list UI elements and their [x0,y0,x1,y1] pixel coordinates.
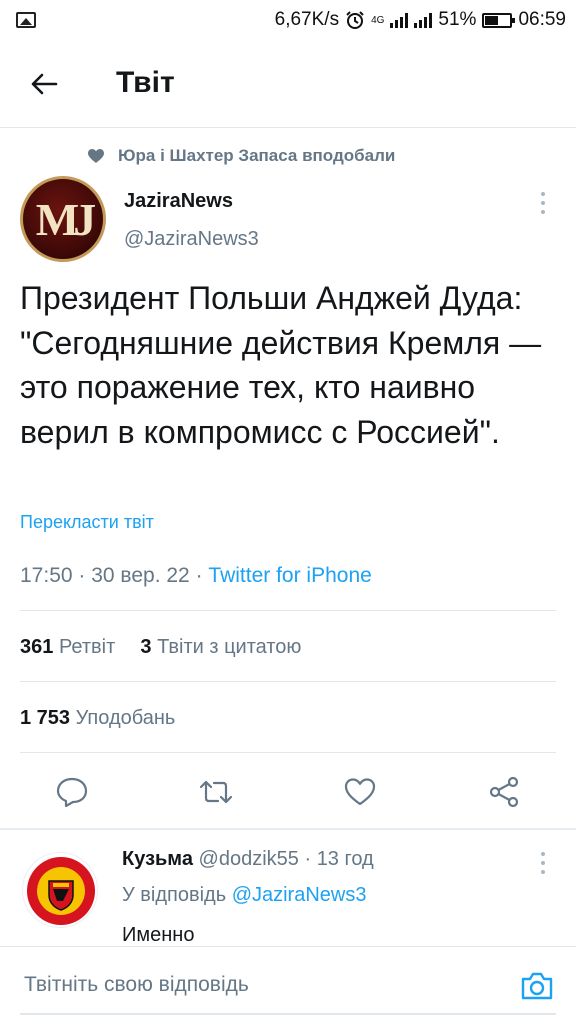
reply-input-placeholder: Твітніть свою відповідь [24,973,249,996]
retweets-count: 361 [20,636,54,658]
likes-count: 1 753 [20,707,71,729]
tweet-source-link[interactable]: Twitter for iPhone [208,564,371,587]
alarm-icon [346,11,364,29]
tweet-actions [0,768,576,816]
reply-to-mention[interactable]: @JaziraNews3 [232,884,367,906]
reply-text: Именно [122,924,195,946]
more-dot-icon [541,192,545,196]
app-header: Твіт [0,40,576,128]
divider [20,681,556,682]
divider [20,610,556,611]
reply-author-handle[interactable]: @dodzik55 [199,848,299,870]
quotes-label: Твіти з цитатою [157,636,302,658]
retweet-stats[interactable]: 361 Ретвіт 3 Твіти з цитатою [20,636,301,659]
more-dot-icon [541,210,545,214]
section-divider [0,828,576,830]
more-dot-icon [541,201,545,205]
reply-icon [56,777,88,807]
meta-separator: · [304,848,317,870]
more-dot-icon [541,861,545,865]
tweet-more-button[interactable] [533,190,553,216]
battery-percent: 51% [438,9,477,30]
heart-filled-icon [88,148,104,163]
retweet-button[interactable] [192,768,240,816]
reply-to-label: У відповідь [122,884,227,906]
reply-header: Кузьма @dodzik55 · 13 год [122,848,374,871]
more-dot-icon [541,852,545,856]
like-button[interactable] [336,768,384,816]
network-speed: 6,67K/s [274,9,340,30]
avatar-logo: MJ [35,193,96,245]
retweet-icon [199,780,233,804]
retweets-label: Ретвіт [58,636,116,658]
divider [20,752,556,753]
meta-separator: · [78,564,92,587]
translate-link[interactable]: Перекласти твіт [20,512,154,533]
compose-bar: Твітніть свою відповідь [0,946,576,1024]
signal-icon [390,12,409,28]
share-button[interactable] [480,768,528,816]
battery-icon [482,12,516,28]
author-avatar[interactable]: MJ [20,176,106,262]
arrow-left-icon [31,73,58,95]
likes-stats[interactable]: 1 753 Уподобань [20,707,175,730]
tweet-text: Президент Польши Анджей Дуда: "Сегодняшн… [20,280,542,450]
reply-time: 13 год [316,848,374,870]
reply-author-name[interactable]: Кузьма [122,848,193,870]
quotes-count: 3 [140,636,152,658]
tweet-date: 30 вер. 22 [91,564,190,587]
network-type: 4G [371,14,385,26]
author-handle[interactable]: @JaziraNews3 [124,228,259,251]
image-notification-icon [16,12,36,28]
social-context[interactable]: Юра і Шахтер Запаса вподобали [88,144,395,168]
reply-author-avatar[interactable] [22,852,98,928]
page-title: Твіт [116,66,175,99]
reply-more-button[interactable] [533,850,553,876]
back-button[interactable] [22,62,66,106]
reply-input[interactable]: Твітніть свою відповідь [20,957,556,1015]
meta-separator: · [195,564,209,587]
camera-button[interactable] [518,967,556,1005]
tweet-meta: 17:50 · 30 вер. 22 · Twitter for iPhone [20,564,372,588]
more-dot-icon [541,870,545,874]
signal-icon-2 [414,12,433,28]
status-bar: 6,67K/s 4G 51% 06:59 [0,0,576,40]
status-indicators: 6,67K/s 4G 51% 06:59 [275,7,566,33]
likes-label: Уподобань [75,707,176,729]
author-name[interactable]: JaziraNews [124,190,233,213]
social-context-text: Юра і Шахтер Запаса вподобали [118,146,396,165]
reply-context: У відповідь @JaziraNews3 [122,884,366,907]
camera-icon [521,972,553,1000]
tweet-time: 17:50 [20,564,73,587]
share-icon [489,776,519,808]
clock: 06:59 [518,9,566,30]
football-club-crest-icon [27,857,95,925]
reply-button[interactable] [48,768,96,816]
heart-icon [344,778,376,806]
